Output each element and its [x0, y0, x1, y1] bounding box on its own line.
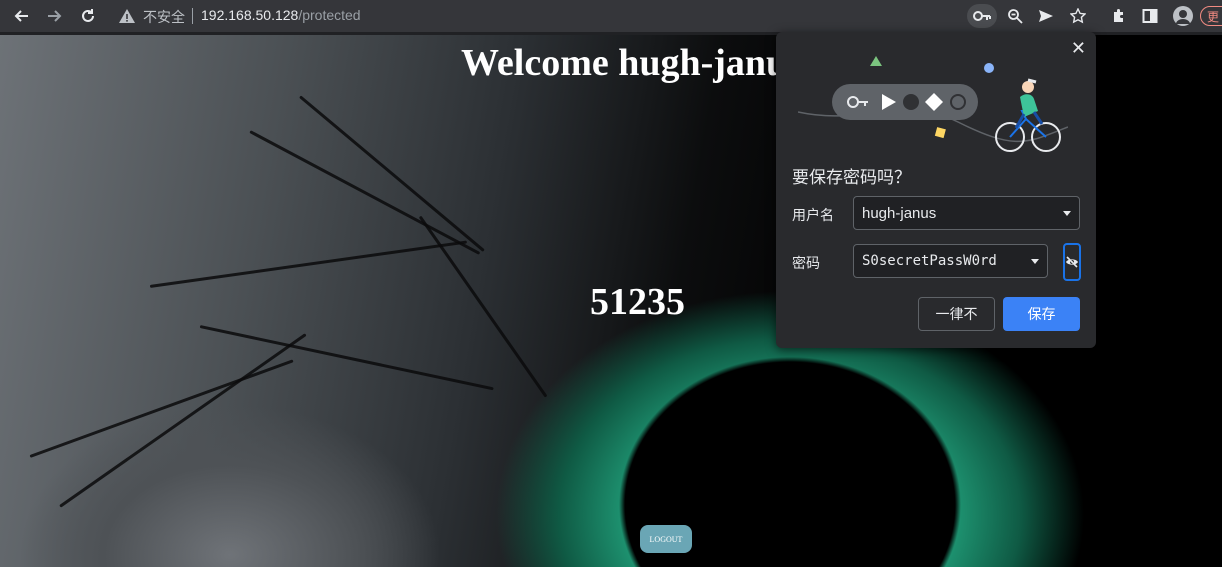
reload-icon[interactable] [76, 4, 100, 28]
dialog-title: 要保存密码吗？ [792, 168, 911, 187]
browser-toolbar: 不安全 192.168.50.128/protected 更 [0, 0, 1222, 32]
key-icon[interactable] [967, 4, 997, 28]
lash-decoration [149, 240, 468, 288]
password-select[interactable]: S0secretPassW0rd [853, 244, 1048, 278]
password-label: 密码 [792, 255, 820, 271]
welcome-heading: Welcome hugh-janus [461, 42, 802, 84]
profile-icon[interactable] [1173, 6, 1193, 26]
back-icon[interactable] [10, 4, 34, 28]
dropdown-caret-icon [1063, 210, 1071, 216]
address-separator [192, 8, 193, 24]
sidepanel-icon[interactable] [1138, 4, 1162, 28]
close-icon[interactable]: ✕ [1071, 38, 1086, 59]
forward-icon[interactable] [42, 4, 66, 28]
save-password-illustration [798, 56, 1068, 152]
logout-button[interactable]: LOGOUT [640, 525, 692, 553]
username-select[interactable]: hugh-janus [853, 196, 1080, 230]
secret-code: 51235 [590, 281, 685, 323]
update-button[interactable]: 更 [1200, 6, 1222, 26]
username-value: hugh-janus [862, 204, 937, 222]
never-save-button[interactable]: 一律不 [918, 297, 995, 331]
security-label[interactable]: 不安全 [143, 7, 185, 27]
lash-decoration [29, 359, 294, 458]
lash-decoration [59, 333, 307, 508]
address-bar[interactable]: 192.168.50.128/protected [201, 7, 361, 23]
lash-decoration [199, 325, 494, 391]
save-password-dialog: ✕ 要保存密码吗？ 用户名 hugh-janus 密码 S0secretPass… [776, 32, 1096, 348]
extensions-icon[interactable] [1107, 4, 1131, 28]
password-value: S0secretPassW0rd [862, 253, 997, 269]
url-path: /protected [298, 7, 361, 23]
warning-icon[interactable] [118, 7, 136, 30]
url-host: 192.168.50.128 [201, 7, 299, 23]
send-icon[interactable] [1034, 4, 1058, 28]
dropdown-caret-icon [1031, 258, 1039, 264]
zoom-icon[interactable] [1003, 4, 1027, 28]
lash-decoration [418, 215, 548, 398]
eye-off-icon[interactable] [1063, 243, 1081, 281]
username-label: 用户名 [792, 207, 834, 223]
star-icon[interactable] [1066, 4, 1090, 28]
save-button[interactable]: 保存 [1003, 297, 1080, 331]
